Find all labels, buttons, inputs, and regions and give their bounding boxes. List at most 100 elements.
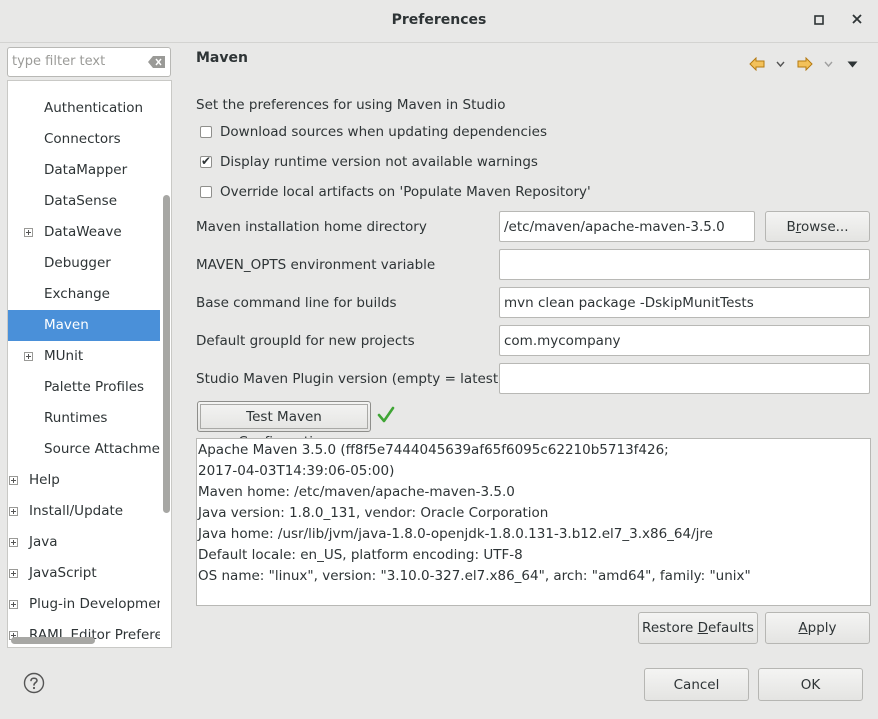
override-artifacts-checkbox[interactable] (200, 186, 212, 198)
clear-filter-icon[interactable] (148, 56, 166, 68)
tree-item-label: Connectors (44, 131, 121, 147)
base-command-input[interactable] (504, 295, 855, 311)
tree-item[interactable]: Palette Profiles (8, 372, 160, 403)
tree-item-label: Maven (44, 317, 89, 333)
close-icon (852, 14, 862, 24)
browse-button[interactable]: Browse... (765, 211, 870, 242)
tree-item-label: Exchange (44, 286, 110, 302)
maximize-button[interactable] (812, 13, 826, 27)
tree-item[interactable]: Java (8, 527, 160, 558)
download-sources-checkbox[interactable] (200, 126, 212, 138)
plugin-version-field (499, 363, 870, 394)
cancel-button[interactable]: Cancel (644, 668, 749, 701)
plugin-version-input[interactable] (504, 371, 855, 387)
expand-icon[interactable] (9, 476, 18, 485)
tree-item-label: Source Attachmer (44, 441, 160, 457)
maximize-icon (814, 15, 824, 25)
tree-item-label: Palette Profiles (44, 379, 145, 395)
preference-tree: Authentication Connectors DataMapper DataSe… (7, 80, 172, 648)
tree-item[interactable]: DataWeave (8, 217, 160, 248)
tree-item-label: Authentication (44, 100, 144, 116)
browse-label-prefix: B (786, 218, 796, 235)
tree-item-label: Debugger (44, 255, 111, 271)
group-id-label: Default groupId for new projects (196, 333, 415, 349)
tree-horizontal-scroll-thumb[interactable] (11, 637, 95, 644)
apply-button[interactable]: Apply (765, 612, 870, 644)
page-title: Maven (196, 50, 248, 66)
output-line: 2017-04-03T14:39:06-05:00) (198, 463, 395, 479)
maven-home-field (499, 211, 755, 242)
tree-item-label: DataMapper (44, 162, 128, 178)
success-check-icon (377, 406, 395, 423)
restore-label-suffix: efaults (707, 620, 754, 636)
maven-home-label: Maven installation home directory (196, 219, 427, 235)
tree-item[interactable]: JavaScript (8, 558, 160, 589)
expand-icon[interactable] (9, 569, 18, 578)
tree-item[interactable]: Plug-in Developmen (8, 589, 160, 620)
ok-button[interactable]: OK (758, 668, 863, 701)
expand-icon[interactable] (9, 507, 18, 516)
window-title: Preferences (391, 12, 487, 28)
tree-item-label: Plug-in Developmen (29, 596, 160, 612)
close-button[interactable] (849, 11, 865, 27)
test-maven-configuration-label: Test Maven Configuration (200, 404, 368, 450)
filter-box (7, 47, 171, 77)
output-line: Default locale: en_US, platform encoding… (198, 547, 523, 563)
expand-icon[interactable] (24, 352, 33, 361)
tree-item[interactable]: Help (8, 465, 160, 496)
expand-icon[interactable] (24, 228, 33, 237)
back-arrow-icon[interactable] (749, 57, 765, 71)
tree-item[interactable]: Connectors (8, 124, 160, 155)
restore-label-prefix: Restore (642, 620, 698, 636)
restore-mnemonic: D (697, 620, 708, 636)
maven-opts-input[interactable] (504, 257, 855, 273)
tree-item[interactable]: Source Attachmer (8, 434, 160, 465)
output-line: Java version: 1.8.0_131, vendor: Oracle … (198, 505, 549, 521)
tree-item[interactable]: Authentication (8, 93, 160, 124)
forward-history-chevron-icon[interactable] (824, 60, 833, 68)
group-id-field (499, 325, 870, 356)
view-menu-icon[interactable] (847, 61, 858, 68)
tree-item[interactable]: Debugger (8, 248, 160, 279)
tree-item-label: JavaScript (29, 565, 97, 581)
test-maven-configuration-button[interactable]: Test Maven Configuration (197, 401, 371, 450)
group-id-input[interactable] (504, 333, 855, 349)
tree-item[interactable]: MUnit (8, 341, 160, 372)
runtime-warnings-checkbox[interactable] (200, 154, 212, 168)
restore-defaults-button[interactable]: Restore Defaults (638, 612, 758, 644)
tree-item-label: Help (29, 472, 60, 488)
tree-item[interactable]: Runtimes (8, 403, 160, 434)
tree-item-label: Runtimes (44, 410, 108, 426)
output-line: Maven home: /etc/maven/apache-maven-3.5.… (198, 484, 515, 500)
tree-item-label: Install/Update (29, 503, 124, 519)
plugin-version-label: Studio Maven Plugin version (empty = lat… (196, 371, 504, 387)
tree-item[interactable]: Maven (8, 310, 160, 341)
dialog-footer-separator (0, 661, 878, 662)
browse-label-suffix: owse... (801, 218, 849, 235)
tree-item-label: MUnit (44, 348, 84, 364)
maven-opts-field (499, 249, 870, 280)
apply-mnemonic: A (798, 620, 808, 636)
maven-opts-label: MAVEN_OPTS environment variable (196, 257, 436, 273)
back-history-chevron-icon[interactable] (776, 60, 785, 68)
runtime-warnings-label: Display runtime version not available wa… (220, 154, 538, 170)
output-line: Apache Maven 3.5.0 (ff8f5e7444045639af65… (198, 442, 669, 458)
maven-home-input[interactable] (504, 219, 746, 235)
tree-item[interactable]: Exchange (8, 279, 160, 310)
tree-vertical-scroll-thumb[interactable] (163, 195, 170, 513)
expand-icon[interactable] (9, 538, 18, 547)
help-icon[interactable] (23, 672, 45, 694)
filter-input[interactable] (12, 54, 142, 69)
tree-item-label: DataWeave (44, 224, 122, 240)
download-sources-label: Download sources when updating dependenc… (220, 124, 547, 140)
tree-item[interactable]: DataSense (8, 186, 160, 217)
page-description: Set the preferences for using Maven in S… (196, 97, 506, 113)
tree-item[interactable]: DataMapper (8, 155, 160, 186)
tree-item-label: DataSense (44, 193, 118, 209)
forward-arrow-icon[interactable] (797, 57, 813, 71)
test-output-area[interactable]: Apache Maven 3.5.0 (ff8f5e7444045639af65… (196, 438, 871, 606)
base-command-field (499, 287, 870, 318)
expand-icon[interactable] (9, 600, 18, 609)
tree-item[interactable]: Install/Update (8, 496, 160, 527)
output-line: OS name: "linux", version: "3.10.0-327.e… (198, 568, 751, 584)
